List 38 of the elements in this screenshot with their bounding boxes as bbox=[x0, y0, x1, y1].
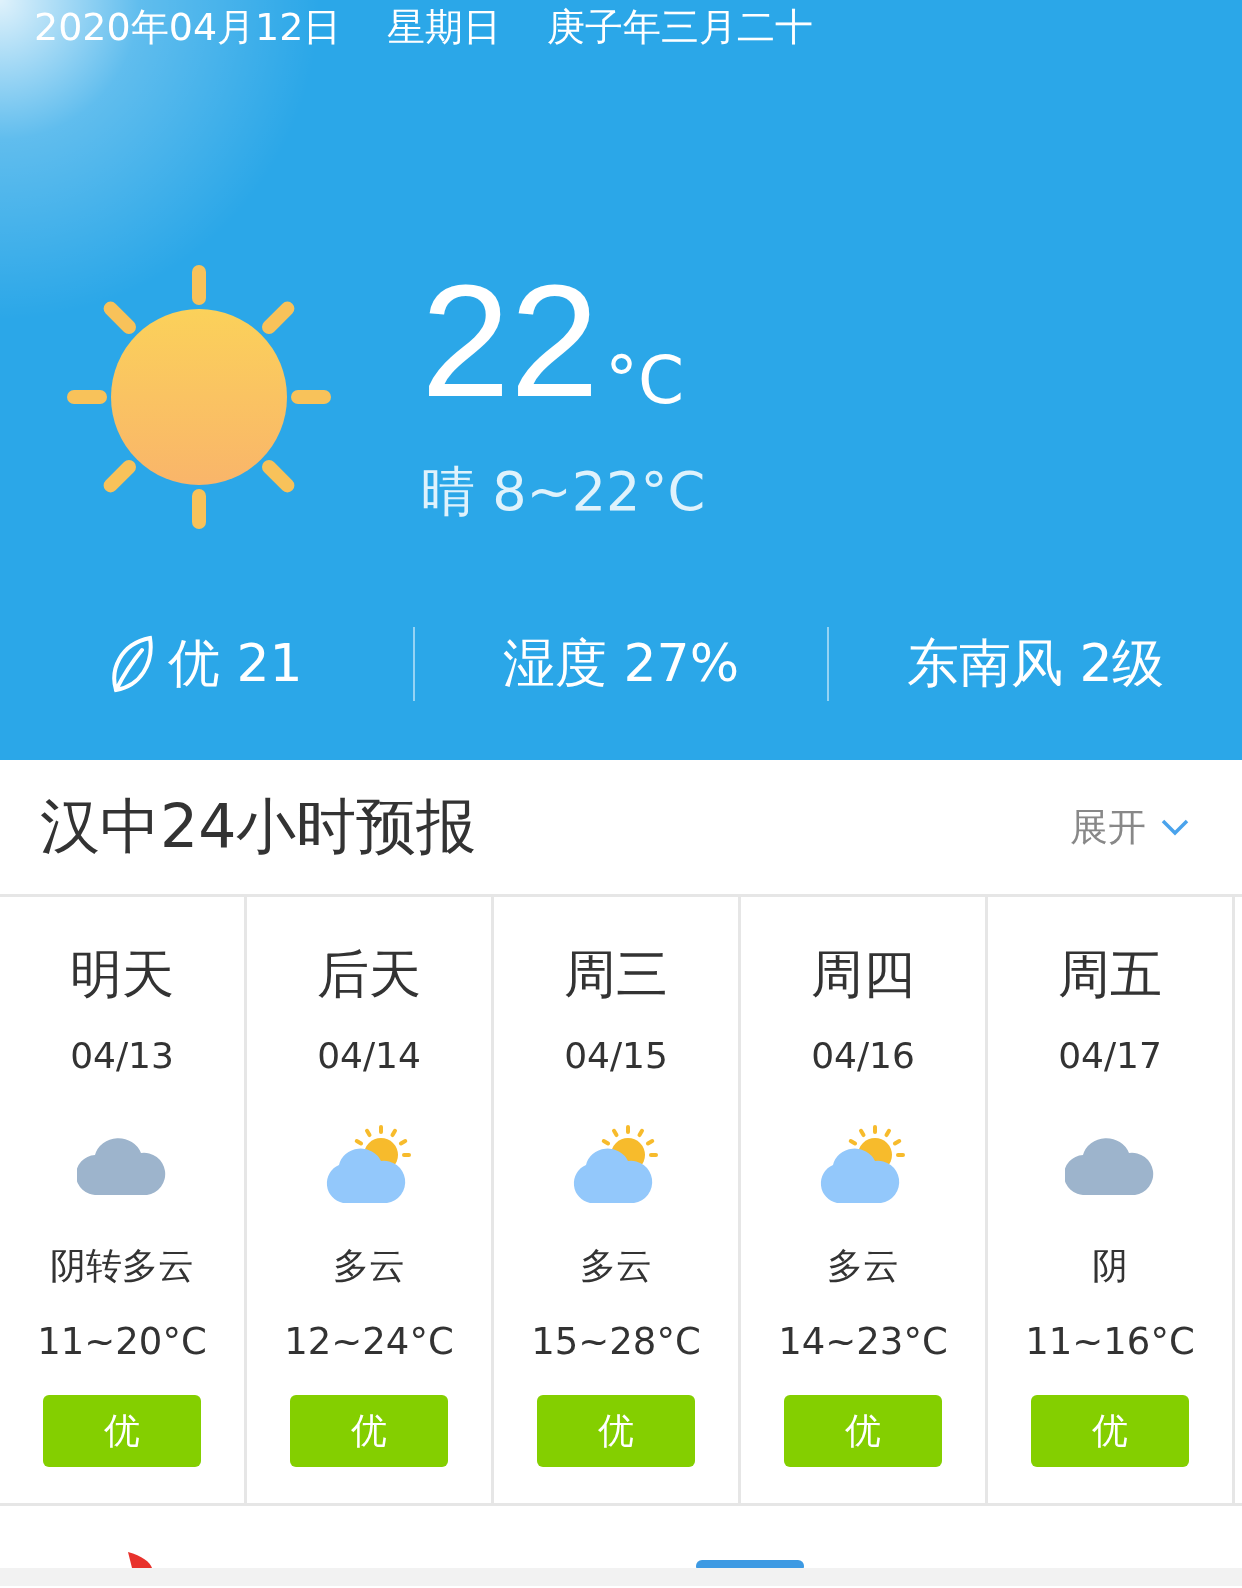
date-text: 2020年04月12日 bbox=[34, 4, 342, 51]
weather-summary: 晴 8~22°C bbox=[421, 459, 706, 525]
day-date: 04/13 bbox=[70, 1034, 174, 1078]
air-quality-badge: 优 bbox=[537, 1395, 695, 1467]
day-date: 04/17 bbox=[1058, 1034, 1162, 1078]
lunar-date-text: 庚子年三月二十 bbox=[547, 4, 814, 51]
temperature-range: 14~23°C bbox=[778, 1319, 948, 1365]
unit-text: °C bbox=[604, 346, 685, 416]
day-name: 明天 bbox=[70, 943, 174, 1006]
temperature-range: 11~16°C bbox=[1025, 1319, 1195, 1365]
day-date: 04/14 bbox=[317, 1034, 421, 1078]
leaf-icon bbox=[110, 634, 154, 694]
expand-link[interactable]: 展开 bbox=[1070, 801, 1146, 853]
day-name: 周三 bbox=[564, 943, 668, 1006]
chevron-down-icon[interactable] bbox=[1160, 818, 1190, 836]
metric-text: 东南风 2级 bbox=[906, 632, 1165, 695]
temperature-range: 15~28°C bbox=[531, 1319, 701, 1365]
condition-text: 多云 bbox=[333, 1244, 405, 1288]
air-quality-badge: 优 bbox=[1031, 1395, 1189, 1467]
day-date: 04/16 bbox=[811, 1034, 915, 1078]
air-quality-badge: 优 bbox=[43, 1395, 201, 1467]
temperature-range: 12~24°C bbox=[284, 1319, 454, 1365]
condition-text: 多云 bbox=[827, 1244, 899, 1288]
day-date: 04/15 bbox=[564, 1034, 668, 1078]
temperature-range: 11~20°C bbox=[37, 1319, 207, 1365]
day-name: 周四 bbox=[811, 943, 915, 1006]
air-quality-badge: 优 bbox=[784, 1395, 942, 1467]
air-quality-badge: 优 bbox=[290, 1395, 448, 1467]
day-name: 后天 bbox=[317, 943, 421, 1006]
temperature-text: 22 bbox=[421, 266, 599, 416]
condition-text: 阴转多云 bbox=[50, 1244, 194, 1288]
metric-text: 湿度 27% bbox=[502, 632, 740, 695]
metric-text: 优 21 bbox=[168, 632, 303, 695]
day-name: 周五 bbox=[1058, 943, 1162, 1006]
condition-text: 阴 bbox=[1092, 1244, 1128, 1288]
forecast-title: 汉中24小时预报 bbox=[40, 789, 477, 863]
condition-text: 多云 bbox=[580, 1244, 652, 1288]
weekday-text: 星期日 bbox=[387, 4, 502, 51]
